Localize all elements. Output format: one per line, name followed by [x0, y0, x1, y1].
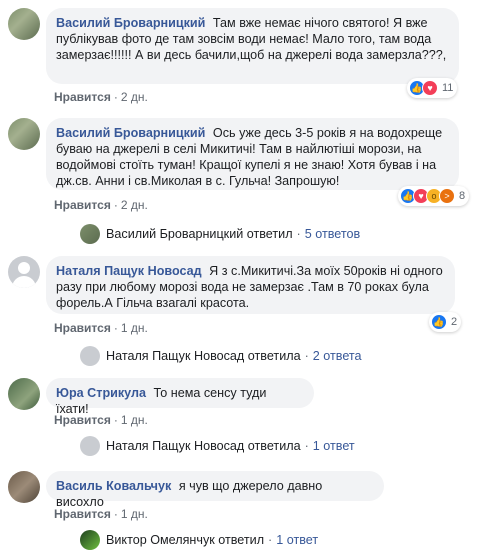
reply-author: Наталя Пащук Новосад — [106, 439, 245, 453]
comment-actions: Нравится · 2 дн. — [54, 90, 148, 104]
view-replies-link[interactable]: Наталя Пащук Новосад ответила · 2 ответа — [80, 346, 362, 366]
like-link[interactable]: Нравится — [54, 198, 111, 212]
comment-actions: Нравится · 1 дн. — [54, 321, 148, 335]
comment-bubble: Юра Стрикула То нема сенсу туди їхати! — [46, 378, 314, 416]
reply-count: 1 ответ — [312, 439, 355, 453]
timestamp[interactable]: 1 дн. — [121, 413, 148, 427]
reply-verb: ответил — [246, 227, 293, 241]
separator-dot: · — [268, 533, 273, 547]
avatar — [80, 224, 100, 244]
reaction-count: 8 — [459, 190, 466, 202]
reply-count: 2 ответа — [312, 349, 362, 363]
avatar[interactable] — [8, 378, 40, 410]
separator-dot: · — [113, 321, 118, 335]
reaction-count: 11 — [442, 82, 454, 94]
default-avatar-head — [18, 262, 30, 274]
comment-bubble: Василий Броварницкий Там вже немає нічог… — [46, 8, 459, 84]
avatar[interactable] — [8, 256, 40, 288]
reply-verb: ответил — [218, 533, 265, 547]
view-replies-link[interactable]: Наталя Пащук Новосад ответила · 1 ответ — [80, 436, 355, 456]
reply-verb: ответила — [247, 439, 301, 453]
comment-author[interactable]: Наталя Пащук Новосад — [56, 264, 202, 278]
avatar[interactable] — [8, 471, 40, 503]
separator-dot: · — [296, 227, 301, 241]
reply-author: Василий Броварницкий — [106, 227, 244, 241]
default-avatar-body — [12, 276, 36, 288]
avatar — [80, 530, 100, 550]
angry-icon: > — [439, 188, 455, 204]
avatar[interactable] — [8, 8, 40, 40]
reply-count: 1 ответ — [276, 533, 319, 547]
comment-author[interactable]: Юра Стрикула — [56, 386, 146, 400]
separator-dot: · — [113, 198, 118, 212]
reaction-count: 2 — [451, 316, 458, 328]
like-icon: 👍 — [431, 314, 447, 330]
reaction-summary[interactable]: 👍 ♥ o > 8 — [398, 186, 470, 206]
like-link[interactable]: Нравится — [54, 507, 111, 521]
separator-dot: · — [304, 349, 309, 363]
timestamp[interactable]: 2 дн. — [121, 90, 148, 104]
like-link[interactable]: Нравится — [54, 321, 111, 335]
reply-author: Наталя Пащук Новосад — [106, 349, 245, 363]
like-link[interactable]: Нравится — [54, 90, 111, 104]
separator-dot: · — [304, 439, 309, 453]
comment-bubble: Василь Ковальчук я чув що джерело давно … — [46, 471, 384, 509]
separator-dot: · — [113, 507, 118, 521]
comment-bubble: Василий Броварницкий Ось уже десь 3-5 ро… — [46, 118, 459, 190]
comment-actions: Нравится · 1 дн. — [54, 413, 148, 427]
comment-actions: Нравится · 1 дн. — [54, 507, 148, 521]
reaction-summary[interactable]: 👍 2 — [429, 312, 462, 332]
avatar[interactable] — [8, 118, 40, 150]
view-replies-link[interactable]: Василий Броварницкий ответил · 5 ответов — [80, 224, 360, 244]
comment-author[interactable]: Василь Ковальчук — [56, 479, 171, 493]
separator-dot: · — [113, 413, 118, 427]
comment-bubble: Наталя Пащук Новосад Я з с.Микитичі.За м… — [46, 256, 455, 314]
reply-verb: ответила — [247, 349, 301, 363]
view-replies-link[interactable]: Виктор Омелянчук ответил · 1 ответ — [80, 530, 318, 550]
reaction-summary[interactable]: 👍 ♥ 11 — [407, 78, 458, 98]
comment-author[interactable]: Василий Броварницкий — [56, 16, 205, 30]
love-icon: ♥ — [422, 80, 438, 96]
like-link[interactable]: Нравится — [54, 413, 111, 427]
avatar — [80, 436, 100, 456]
reply-author: Виктор Омелянчук — [106, 533, 215, 547]
timestamp[interactable]: 1 дн. — [121, 321, 148, 335]
timestamp[interactable]: 1 дн. — [121, 507, 148, 521]
reply-count: 5 ответов — [304, 227, 361, 241]
comment-actions: Нравится · 2 дн. — [54, 198, 148, 212]
avatar — [80, 346, 100, 366]
comment-author[interactable]: Василий Броварницкий — [56, 126, 205, 140]
separator-dot: · — [113, 90, 118, 104]
timestamp[interactable]: 2 дн. — [121, 198, 148, 212]
